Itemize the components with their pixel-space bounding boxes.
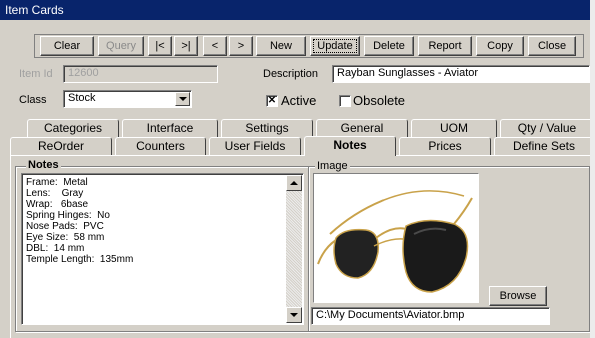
description-field[interactable]: Rayban Sunglasses - Aviator — [332, 65, 590, 83]
item-id-label: Item Id — [19, 68, 53, 80]
previous-record-button[interactable]: < — [203, 36, 227, 56]
window-title: Item Cards — [0, 0, 595, 20]
image-group-title: Image — [315, 160, 350, 172]
first-record-button[interactable]: |< — [148, 36, 172, 56]
query-button[interactable]: Query — [98, 36, 144, 56]
chevron-down-icon[interactable] — [175, 92, 190, 106]
active-checkbox[interactable]: ✕ — [266, 95, 278, 107]
class-label: Class — [19, 94, 47, 106]
obsolete-checkbox[interactable] — [339, 95, 351, 107]
last-record-button[interactable]: >| — [174, 36, 198, 56]
tab-interface[interactable]: Interface — [122, 119, 218, 137]
tab-categories[interactable]: Categories — [27, 119, 119, 137]
update-button[interactable]: Update — [310, 36, 360, 56]
delete-button[interactable]: Delete — [364, 36, 414, 56]
tab-counters[interactable]: Counters — [115, 137, 206, 155]
notes-line: Wrap: 6base — [26, 199, 89, 210]
sunglasses-image — [317, 190, 473, 293]
notes-memo[interactable]: Frame: Metal Lens: Gray Wrap: 6base Spri… — [21, 173, 304, 325]
notes-scrollbar[interactable] — [286, 175, 302, 323]
tab-settings[interactable]: Settings — [221, 119, 313, 137]
notes-group-title: Notes — [26, 159, 61, 171]
class-select-value: Stock — [68, 92, 96, 104]
notes-line: DBL: 14 mm — [26, 243, 85, 254]
description-label: Description — [263, 68, 319, 80]
item-cards-window: Item Cards Clear Query |< >| < > New Upd… — [0, 0, 595, 338]
scroll-up-icon[interactable] — [286, 175, 302, 191]
obsolete-label: Obsolete — [353, 93, 406, 108]
notes-line: Frame: Metal — [26, 177, 88, 188]
tab-define-sets[interactable]: Define Sets — [494, 137, 594, 155]
tab-user-fields[interactable]: User Fields — [209, 137, 301, 155]
active-label: Active — [281, 93, 317, 108]
tab-uom[interactable]: UOM — [411, 119, 497, 137]
notes-line: Lens: Gray — [26, 188, 84, 199]
class-select[interactable]: Stock — [63, 90, 192, 108]
copy-button[interactable]: Copy — [476, 36, 524, 56]
notes-line: Nose Pads: PVC — [26, 221, 104, 232]
notes-line: Spring Hinges: No — [26, 210, 110, 221]
item-id-field[interactable]: 12600 — [63, 65, 218, 83]
scroll-down-icon[interactable] — [286, 307, 302, 323]
clear-button[interactable]: Clear — [40, 36, 94, 56]
tab-general[interactable]: General — [316, 119, 408, 137]
tab-qty-value[interactable]: Qty / Value — [500, 119, 594, 137]
close-button[interactable]: Close — [528, 36, 576, 56]
notes-line: Temple Length: 135mm — [26, 254, 134, 265]
window-edge — [590, 0, 595, 338]
new-button[interactable]: New — [256, 36, 306, 56]
tab-reorder[interactable]: ReOrder — [10, 137, 112, 155]
image-path-field[interactable]: C:\My Documents\Aviator.bmp — [311, 307, 550, 325]
notes-line: Eye Size: 58 mm — [26, 232, 105, 243]
tab-notes[interactable]: Notes — [304, 136, 396, 156]
browse-button[interactable]: Browse — [489, 286, 547, 306]
item-image — [313, 173, 479, 303]
tab-prices[interactable]: Prices — [399, 137, 491, 155]
report-button[interactable]: Report — [418, 36, 472, 56]
next-record-button[interactable]: > — [229, 36, 253, 56]
